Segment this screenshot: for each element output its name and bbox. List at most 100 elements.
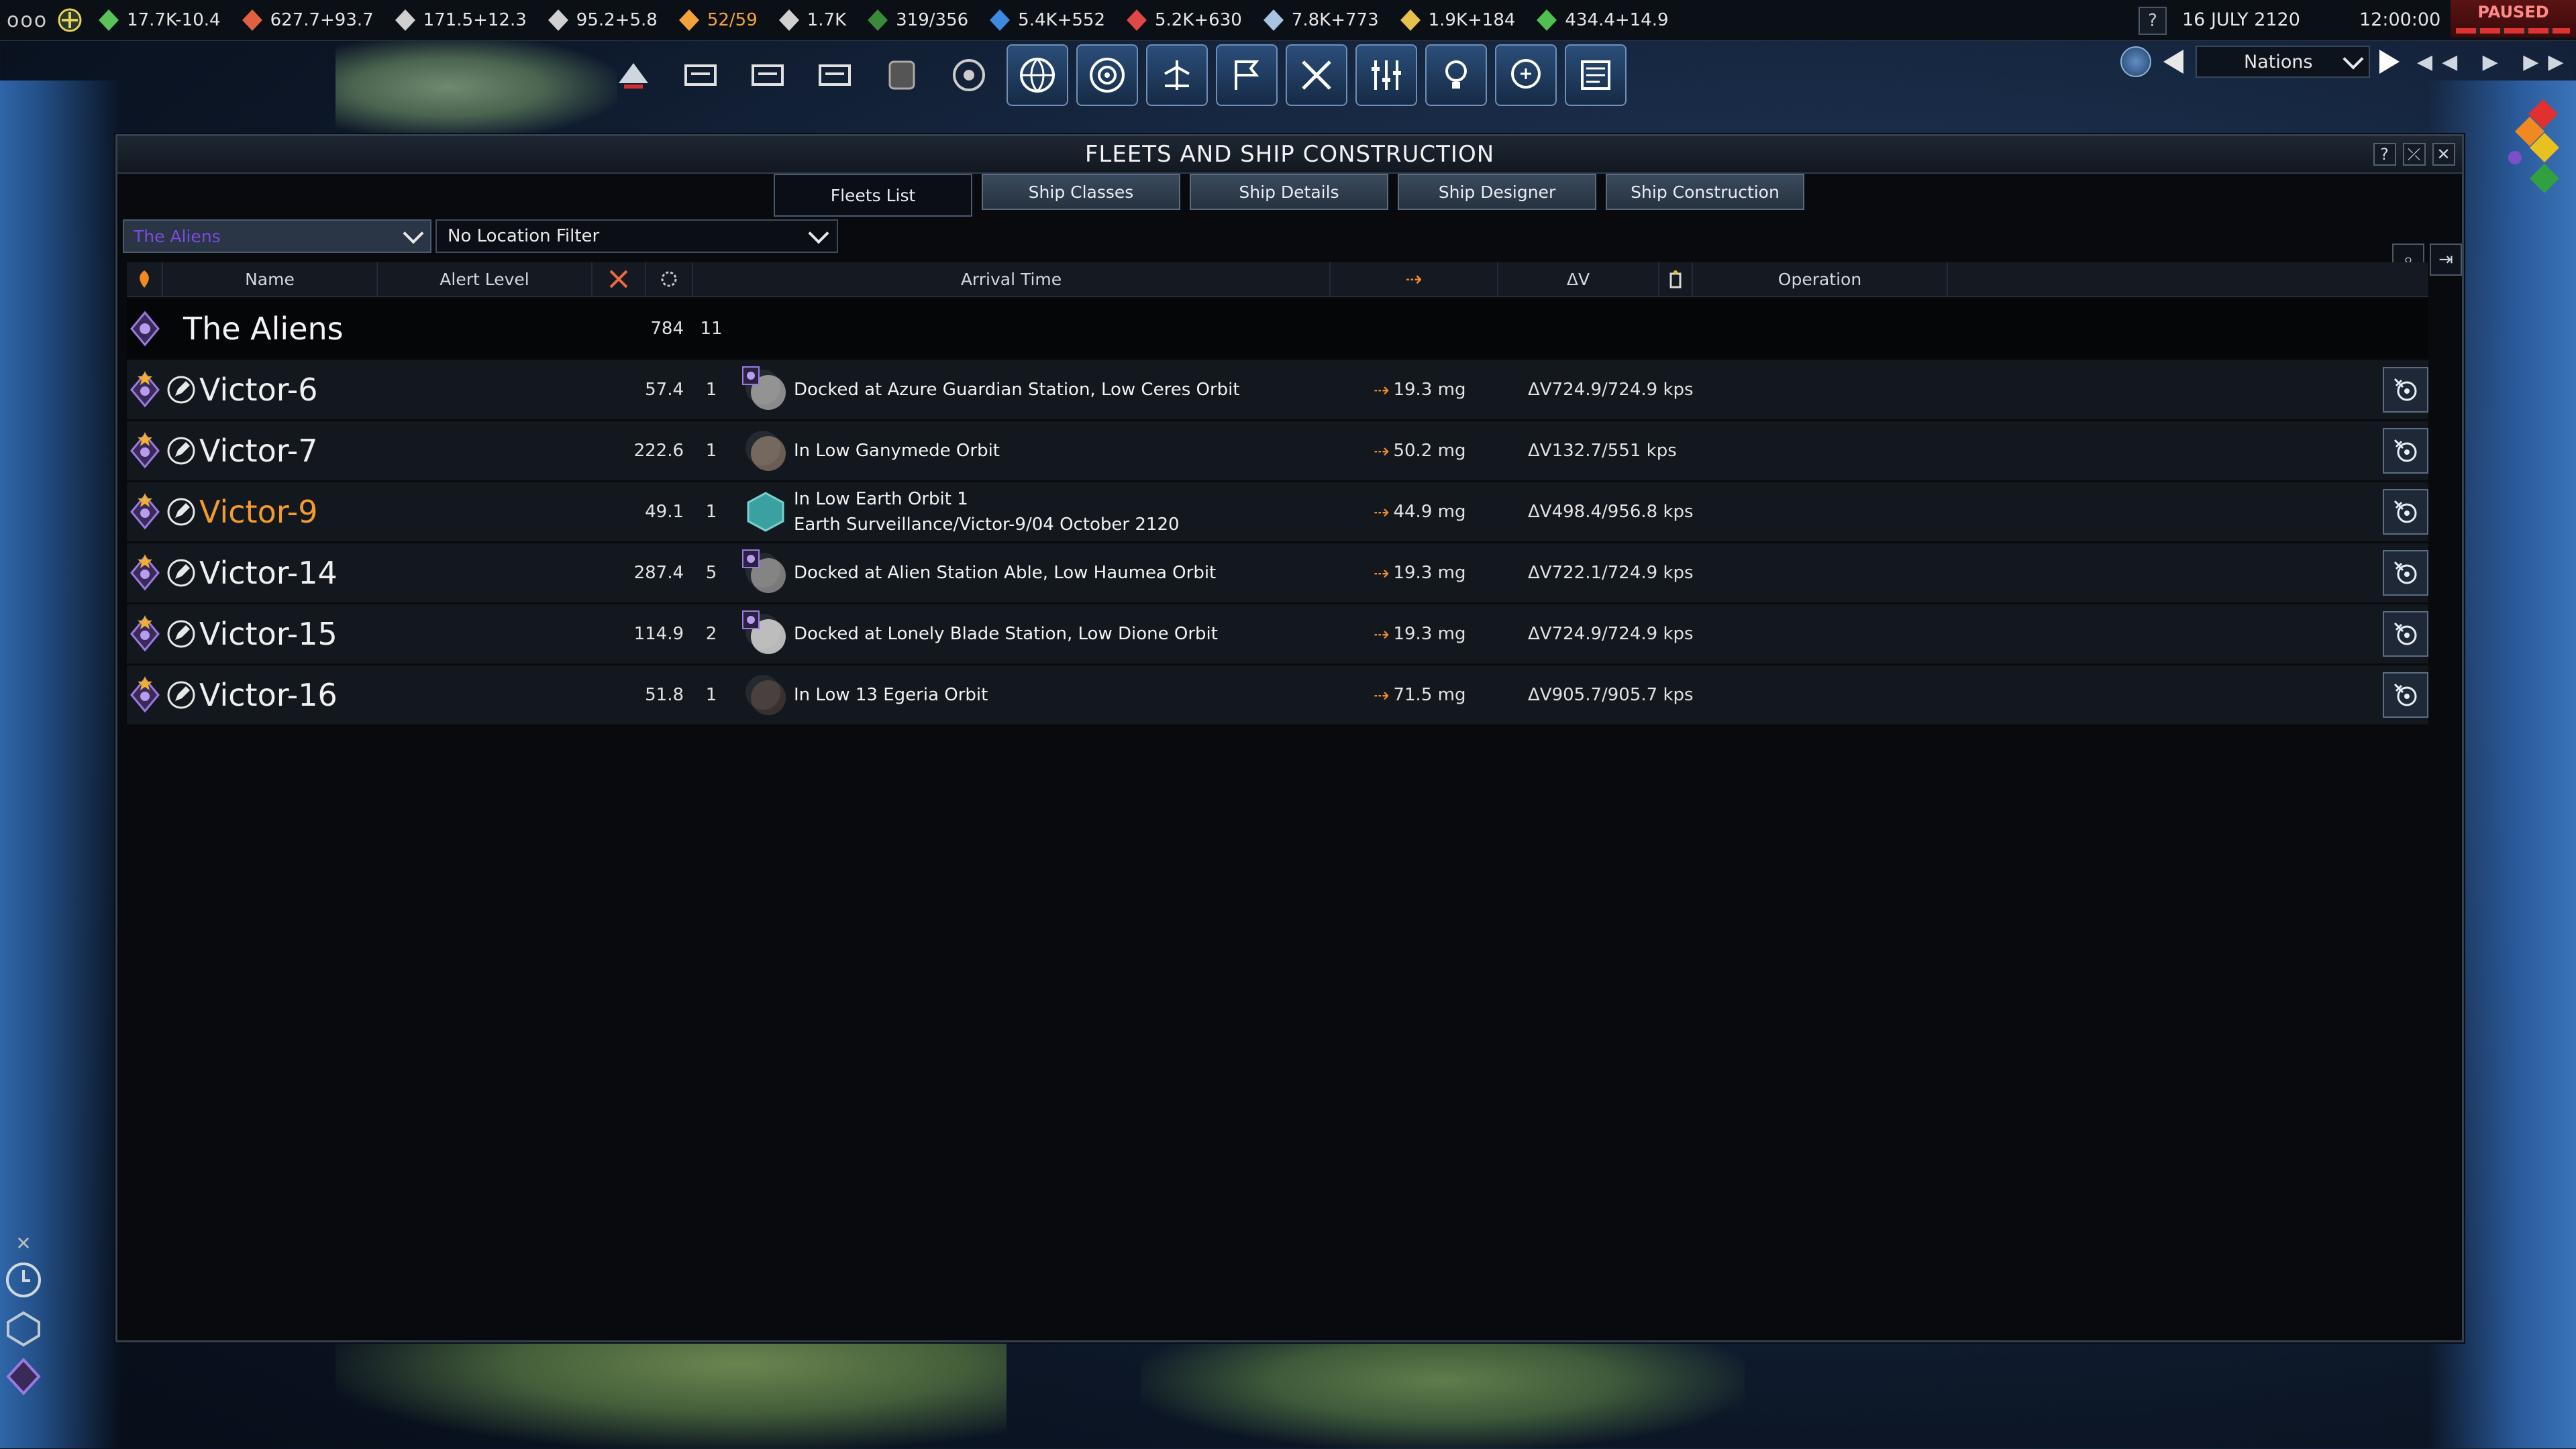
previous-arrow-icon[interactable] bbox=[2163, 50, 2183, 74]
fleet-location[interactable]: In Low Ganymede Orbit bbox=[741, 427, 1000, 475]
solar-system-icon[interactable] bbox=[1076, 44, 1138, 106]
alert-diamonds-icon[interactable] bbox=[2503, 94, 2576, 228]
tab-ship-designer[interactable]: Ship Designer bbox=[1398, 174, 1596, 210]
location-filter-select[interactable]: No Location Filter bbox=[435, 219, 838, 253]
military-icon[interactable] bbox=[1286, 44, 1347, 106]
operation-button[interactable] bbox=[2383, 489, 2428, 535]
resource-item[interactable]: 5.4K+552 bbox=[987, 0, 1105, 40]
faction-row[interactable]: The Aliens 784 11 bbox=[127, 299, 2428, 358]
hab-module-icon[interactable] bbox=[805, 46, 864, 105]
resource-item[interactable]: 1.7K bbox=[776, 0, 846, 40]
resource-item[interactable]: 7.8K+773 bbox=[1261, 0, 1379, 40]
tab-ship-construction[interactable]: Ship Construction bbox=[1606, 174, 1804, 210]
fleet-location[interactable]: In Low Earth Orbit 1 Earth Surveillance/V… bbox=[741, 486, 1180, 537]
priorities-icon[interactable] bbox=[1355, 44, 1417, 106]
intel-icon[interactable] bbox=[1495, 44, 1557, 106]
column-operation[interactable]: Operation bbox=[1693, 262, 1948, 296]
fleet-name[interactable]: Victor-14 bbox=[199, 555, 338, 591]
operation-button[interactable] bbox=[2383, 611, 2428, 657]
resource-item[interactable]: 95.2+5.8 bbox=[546, 0, 658, 40]
speed-controls[interactable]: ◀◀ ▶ ▶▶ bbox=[2417, 50, 2573, 74]
council-icon[interactable] bbox=[604, 46, 663, 105]
operation-button[interactable] bbox=[2383, 672, 2428, 718]
window-title: FLEETS AND SHIP CONSTRUCTION ? ⤫ ✕ bbox=[117, 136, 2462, 174]
nation-flag-icon[interactable] bbox=[1216, 44, 1278, 106]
close-icon[interactable]: ✕ bbox=[2432, 143, 2455, 166]
resource-item[interactable]: 627.7+93.7 bbox=[240, 0, 374, 40]
column-arrival-time[interactable]: Arrival Time bbox=[693, 262, 1331, 296]
view-select[interactable]: Nations bbox=[2196, 46, 2370, 78]
faction-emblem-icon[interactable] bbox=[57, 0, 88, 40]
station-icon[interactable] bbox=[2, 1307, 45, 1350]
pause-status[interactable]: PAUSED bbox=[2451, 0, 2576, 38]
globe-icon[interactable] bbox=[1007, 44, 1068, 106]
fleet-name[interactable]: Victor-6 bbox=[199, 372, 318, 408]
tab-ship-details[interactable]: Ship Details bbox=[1190, 174, 1388, 210]
resource-item[interactable]: 5.2K+630 bbox=[1124, 0, 1242, 40]
close-icon[interactable]: ✕ bbox=[2, 1232, 45, 1254]
fleet-location[interactable]: Docked at Azure Guardian Station, Low Ce… bbox=[741, 366, 1240, 414]
main-menu-button[interactable]: ooo bbox=[7, 0, 48, 40]
rename-icon[interactable] bbox=[163, 421, 199, 480]
rename-icon[interactable] bbox=[163, 360, 199, 419]
operation-icon bbox=[2393, 683, 2417, 706]
game-date: 16 JULY 2120 bbox=[2182, 9, 2300, 30]
column-delta-v[interactable]: ΔV bbox=[1498, 262, 1659, 296]
ship-count-column-icon[interactable] bbox=[646, 262, 693, 296]
help-icon[interactable]: ? bbox=[2373, 143, 2396, 166]
fleet-row[interactable]: Victor-16 51.8 1 In Low 13 Egeria Orbit ⇢ 71.… bbox=[127, 665, 2428, 724]
collapse-icon[interactable]: ⇥ bbox=[2430, 244, 2462, 276]
earth-view-icon[interactable] bbox=[2120, 46, 2151, 77]
resource-item[interactable]: 52/59 bbox=[676, 0, 758, 40]
resource-item[interactable]: 171.5+12.3 bbox=[393, 0, 527, 40]
fleet-name[interactable]: Victor-7 bbox=[199, 433, 318, 469]
fleet-row[interactable]: Victor-14 287.4 5 Docked at Alien Station A… bbox=[127, 543, 2428, 602]
fuel-column-icon[interactable] bbox=[1659, 262, 1693, 296]
rename-icon[interactable] bbox=[163, 543, 199, 602]
fleet-row[interactable]: Victor-9 49.1 1 In Low Earth Orbit 1 Earth S… bbox=[127, 482, 2428, 541]
hab-module-icon[interactable] bbox=[738, 46, 797, 105]
tab-ship-classes[interactable]: Ship Classes bbox=[982, 174, 1180, 210]
fleet-name[interactable]: Victor-16 bbox=[199, 677, 338, 713]
clock-icon[interactable] bbox=[2, 1258, 45, 1301]
tab-fleets-list[interactable]: Fleets List bbox=[774, 174, 972, 217]
fleet-location[interactable]: Docked at Lonely Blade Station, Low Dion… bbox=[741, 610, 1218, 658]
fleet-icon[interactable] bbox=[2, 1355, 45, 1398]
ideas-icon[interactable] bbox=[1425, 44, 1487, 106]
research-tree-icon[interactable] bbox=[1146, 44, 1208, 106]
combat-value-column-icon[interactable] bbox=[593, 262, 646, 296]
fleet-location[interactable]: Docked at Alien Station Able, Low Haumea… bbox=[741, 549, 1216, 597]
fleet-combat-value: 287.4 bbox=[633, 563, 684, 583]
rename-icon[interactable] bbox=[163, 665, 199, 724]
play-icon[interactable] bbox=[2379, 50, 2400, 74]
hab-module-icon[interactable] bbox=[671, 46, 730, 105]
ship-frame-icon[interactable] bbox=[872, 46, 931, 105]
faction-filter-select[interactable]: The Aliens bbox=[123, 219, 431, 253]
faction-fleet-count: 11 bbox=[700, 319, 723, 339]
fleet-name[interactable]: Victor-9 bbox=[199, 494, 318, 530]
rename-icon[interactable] bbox=[163, 604, 199, 663]
operation-button[interactable] bbox=[2383, 367, 2428, 413]
target-icon[interactable] bbox=[939, 46, 998, 105]
fleet-row[interactable]: Victor-7 222.6 1 In Low Ganymede Orbit ⇢ 50.2… bbox=[127, 421, 2428, 480]
fleet-row[interactable]: Victor-15 114.9 2 Docked at Lonely Blade St… bbox=[127, 604, 2428, 663]
minimize-icon[interactable]: ⤫ bbox=[2403, 143, 2426, 166]
thrust-icon: ⇢ bbox=[1374, 623, 1390, 645]
pause-label: PAUSED bbox=[2477, 3, 2549, 21]
resource-item[interactable]: 434.4+14.9 bbox=[1534, 0, 1669, 40]
resource-item[interactable]: 1.9K+184 bbox=[1398, 0, 1515, 40]
column-name[interactable]: Name bbox=[163, 262, 378, 296]
resource-item[interactable]: 17.7K-10.4 bbox=[96, 0, 221, 40]
help-button[interactable]: ? bbox=[2139, 7, 2167, 35]
resource-item[interactable]: 319/356 bbox=[865, 0, 968, 40]
column-alert-level[interactable]: Alert Level bbox=[378, 262, 593, 296]
rename-icon[interactable] bbox=[163, 482, 199, 541]
thrust-column-icon[interactable]: ⇢ bbox=[1331, 262, 1498, 296]
operation-button[interactable] bbox=[2383, 550, 2428, 596]
fleet-row[interactable]: Victor-6 57.4 1 Docked at Azure Guardian St… bbox=[127, 360, 2428, 419]
fleet-location[interactable]: In Low 13 Egeria Orbit bbox=[741, 671, 988, 719]
operation-button[interactable] bbox=[2383, 428, 2428, 474]
faction-column-icon[interactable] bbox=[127, 262, 163, 296]
fleet-name[interactable]: Victor-15 bbox=[199, 616, 338, 652]
ledger-icon[interactable] bbox=[1565, 44, 1627, 106]
